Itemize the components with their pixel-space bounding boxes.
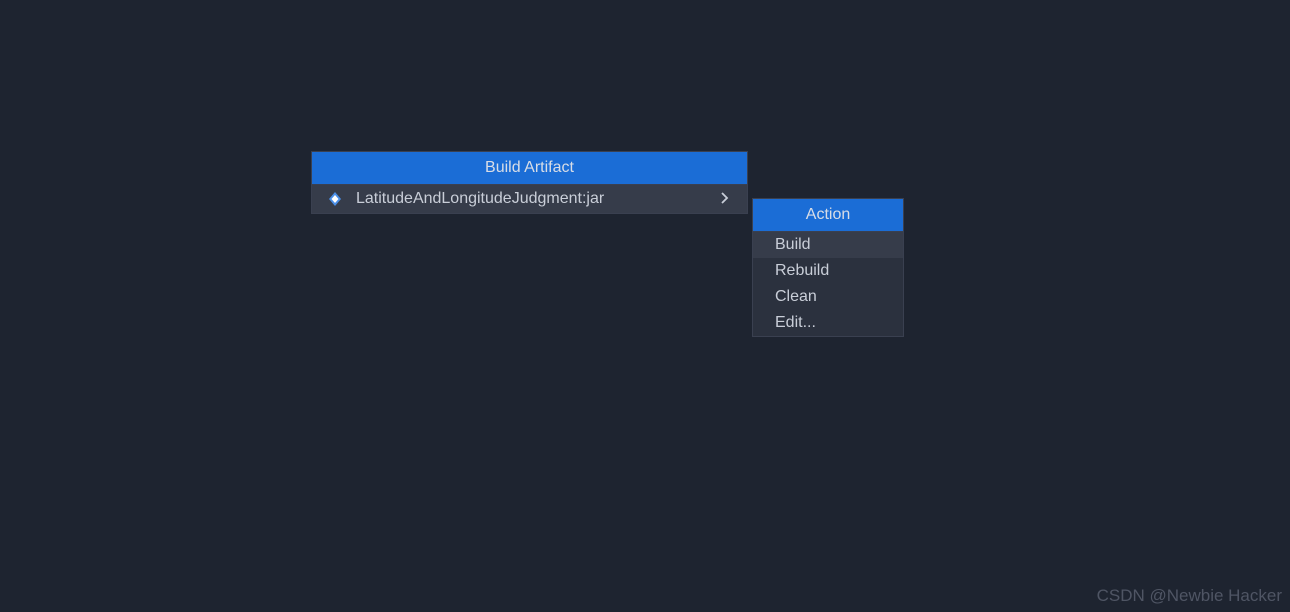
watermark: CSDN @Newbie Hacker xyxy=(1097,586,1282,606)
popup-header: Build Artifact xyxy=(312,152,747,185)
action-header: Action xyxy=(753,199,903,232)
action-popup: Action Build Rebuild Clean Edit... xyxy=(752,198,904,337)
action-build[interactable]: Build xyxy=(753,232,903,258)
build-artifact-popup: Build Artifact LatitudeAndLongitudeJudgm… xyxy=(311,151,748,214)
action-clean[interactable]: Clean xyxy=(753,284,903,310)
artifact-icon xyxy=(326,190,344,208)
artifact-item[interactable]: LatitudeAndLongitudeJudgment:jar xyxy=(312,185,747,213)
action-rebuild[interactable]: Rebuild xyxy=(753,258,903,284)
artifact-label: LatitudeAndLongitudeJudgment:jar xyxy=(356,190,721,208)
chevron-right-icon xyxy=(721,191,733,207)
action-edit[interactable]: Edit... xyxy=(753,310,903,336)
